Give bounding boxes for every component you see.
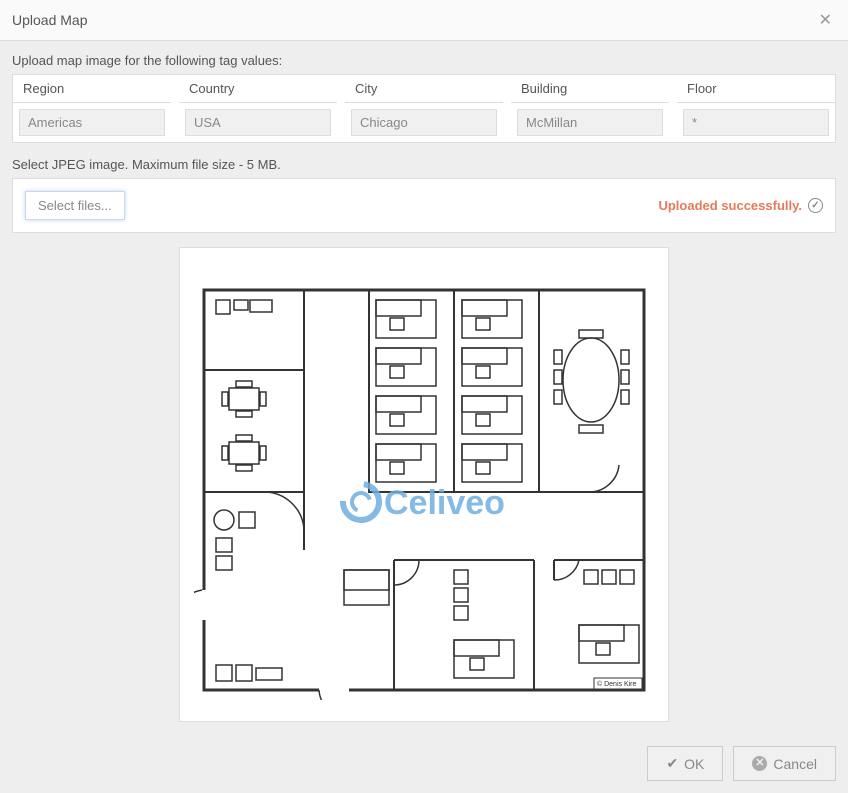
upload-status: Uploaded successfully. ✓	[658, 198, 823, 213]
cancel-icon: ✕	[752, 756, 767, 771]
file-instruction-label: Select JPEG image. Maximum file size - 5…	[12, 157, 836, 172]
dialog-title: Upload Map	[12, 12, 88, 28]
upload-map-dialog: Upload Map ✕ Upload map image for the fo…	[0, 0, 848, 771]
tag-value-country: USA	[185, 109, 331, 136]
cancel-button[interactable]: ✕ Cancel	[733, 746, 836, 781]
cancel-label: Cancel	[773, 756, 817, 772]
tag-col-region: Region Americas	[13, 75, 171, 142]
upload-status-text: Uploaded successfully.	[658, 198, 802, 213]
dialog-content: Upload map image for the following tag v…	[0, 41, 848, 734]
watermark-text: Celiveo	[384, 484, 505, 522]
tag-col-country: Country USA	[179, 75, 337, 142]
tag-values-grid: Region Americas Country USA City Chicago…	[12, 74, 836, 143]
floorplan-image: Celiveo © Denis Kire	[194, 270, 654, 700]
tag-value-floor: *	[683, 109, 829, 136]
checkmark-icon: ✓	[808, 198, 823, 213]
tag-col-city: City Chicago	[345, 75, 503, 142]
tag-col-building: Building McMillan	[511, 75, 669, 142]
tag-header-country: Country	[179, 75, 337, 103]
preview-container: Celiveo © Denis Kire	[12, 247, 836, 722]
ok-button[interactable]: ✔ OK	[647, 746, 723, 781]
close-icon: ✕	[819, 12, 832, 29]
tag-instruction-label: Upload map image for the following tag v…	[12, 53, 836, 68]
select-files-button[interactable]: Select files...	[25, 191, 125, 220]
tag-col-floor: Floor *	[677, 75, 835, 142]
copyright-text: © Denis Kire	[597, 680, 636, 688]
tag-header-floor: Floor	[677, 75, 835, 103]
tag-header-city: City	[345, 75, 503, 103]
tag-value-region: Americas	[19, 109, 165, 136]
tag-value-city: Chicago	[351, 109, 497, 136]
tag-header-building: Building	[511, 75, 669, 103]
dialog-footer: ✔ OK ✕ Cancel	[0, 734, 848, 793]
dialog-header: Upload Map ✕	[0, 0, 848, 41]
upload-panel: Select files... Uploaded successfully. ✓	[12, 178, 836, 233]
ok-label: OK	[684, 756, 704, 772]
map-preview-frame: Celiveo © Denis Kire	[179, 247, 669, 722]
check-icon: ✔	[666, 755, 678, 772]
close-button[interactable]: ✕	[815, 10, 836, 30]
tag-header-region: Region	[13, 75, 171, 103]
tag-value-building: McMillan	[517, 109, 663, 136]
